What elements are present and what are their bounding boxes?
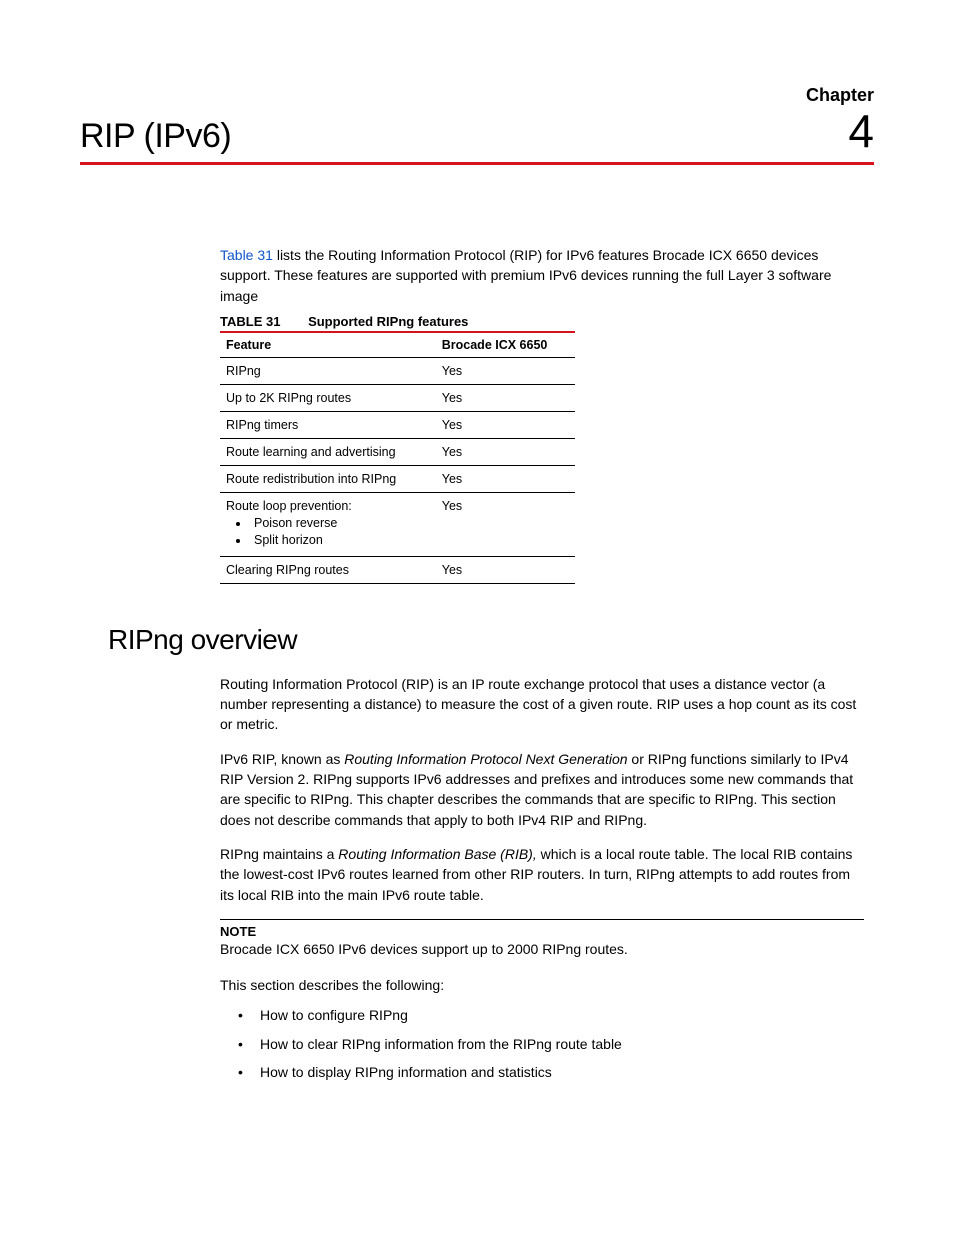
table-row: RIPng Yes (220, 357, 575, 384)
note-text: Brocade ICX 6650 IPv6 devices support up… (220, 939, 864, 959)
feature-cell: Up to 2K RIPng routes (220, 384, 436, 411)
chapter-number: 4 (848, 108, 874, 154)
list-item: How to clear RIPng information from the … (238, 1034, 864, 1054)
table-row: Clearing RIPng routes Yes (220, 556, 575, 583)
chapter-label: Chapter (80, 85, 874, 106)
value-cell: Yes (436, 438, 575, 465)
section-heading: RIPng overview (108, 624, 874, 656)
table-row: Route learning and advertising Yes (220, 438, 575, 465)
table-link[interactable]: Table 31 (220, 247, 273, 263)
feature-cell: Clearing RIPng routes (220, 556, 436, 583)
feature-text: Route loop prevention: (226, 499, 352, 513)
value-cell: Yes (436, 556, 575, 583)
feature-cell: RIPng timers (220, 411, 436, 438)
value-cell: Yes (436, 411, 575, 438)
feature-sub-item: Poison reverse (250, 515, 430, 533)
body-paragraph-2: IPv6 RIP, known as Routing Information P… (220, 749, 864, 830)
body-paragraph-3: RIPng maintains a Routing Information Ba… (220, 844, 864, 905)
table-caption: TABLE 31 Supported RIPng features (220, 314, 864, 329)
feature-sub-item: Split horizon (250, 532, 430, 550)
intro-text: lists the Routing Information Protocol (… (220, 247, 831, 304)
list-item: How to display RIPng information and sta… (238, 1062, 864, 1082)
table-row: Route loop prevention: Poison reverse Sp… (220, 492, 575, 556)
table-caption-num: TABLE 31 (220, 314, 280, 329)
table-header-feature: Feature (220, 332, 436, 358)
list-item: How to configure RIPng (238, 1005, 864, 1025)
table-caption-title: Supported RIPng features (308, 314, 468, 329)
feature-cell: Route learning and advertising (220, 438, 436, 465)
value-cell: Yes (436, 384, 575, 411)
intro-block: Table 31 lists the Routing Information P… (220, 245, 864, 584)
note-block: NOTE Brocade ICX 6650 IPv6 devices suppo… (220, 919, 864, 959)
table-header-device: Brocade ICX 6650 (436, 332, 575, 358)
feature-cell: RIPng (220, 357, 436, 384)
para2-pre: IPv6 RIP, known as (220, 751, 344, 767)
section-body: Routing Information Protocol (RIP) is an… (220, 674, 864, 1082)
para3-pre: RIPng maintains a (220, 846, 338, 862)
value-cell: Yes (436, 465, 575, 492)
bullet-list: How to configure RIPng How to clear RIPn… (238, 1005, 864, 1082)
intro-paragraph: Table 31 lists the Routing Information P… (220, 245, 864, 306)
table-row: Up to 2K RIPng routes Yes (220, 384, 575, 411)
para3-italic: Routing Information Base (RIB), (338, 846, 536, 862)
feature-table: Feature Brocade ICX 6650 RIPng Yes Up to… (220, 331, 575, 584)
para2-italic: Routing Information Protocol Next Genera… (344, 751, 627, 767)
value-cell: Yes (436, 492, 575, 556)
table-row: Route redistribution into RIPng Yes (220, 465, 575, 492)
table-header-row: Feature Brocade ICX 6650 (220, 332, 575, 358)
note-label: NOTE (220, 924, 864, 939)
feature-cell: Route loop prevention: Poison reverse Sp… (220, 492, 436, 556)
feature-cell: Route redistribution into RIPng (220, 465, 436, 492)
value-cell: Yes (436, 357, 575, 384)
table-row: RIPng timers Yes (220, 411, 575, 438)
body-paragraph-1: Routing Information Protocol (RIP) is an… (220, 674, 864, 735)
list-intro: This section describes the following: (220, 975, 864, 995)
header-row: RIP (IPv6) 4 (80, 108, 874, 165)
page-title: RIP (IPv6) (80, 117, 231, 156)
